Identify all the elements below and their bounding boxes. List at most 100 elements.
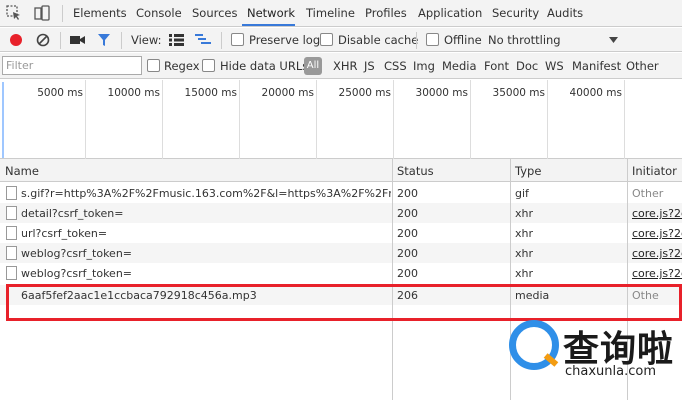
preserve-log-checkbox[interactable] xyxy=(231,33,244,46)
timeline-tick-label: 30000 ms xyxy=(415,87,468,99)
filter-type-css[interactable]: CSS xyxy=(384,59,407,73)
tab-security[interactable]: Security xyxy=(492,6,539,20)
filter-funnel-icon[interactable] xyxy=(97,33,111,47)
request-type: xhr xyxy=(515,247,534,260)
view-label: View: xyxy=(131,33,162,47)
request-initiator-link[interactable]: core.js?2d xyxy=(632,267,682,280)
timeline-gridline xyxy=(393,80,394,159)
tab-timeline[interactable]: Timeline xyxy=(306,6,355,20)
hide-data-urls-label: Hide data URLs xyxy=(220,59,309,73)
active-tab-indicator xyxy=(242,24,295,26)
tab-console[interactable]: Console xyxy=(136,6,182,20)
tab-audits[interactable]: Audits xyxy=(547,6,583,20)
timeline-tick-label: 40000 ms xyxy=(569,87,622,99)
table-row[interactable]: weblog?csrf_token= 200 xhr core.js?2d xyxy=(0,263,682,283)
filter-type-manifest[interactable]: Manifest xyxy=(572,59,621,73)
device-toolbar-icon[interactable] xyxy=(34,5,50,21)
record-icon[interactable] xyxy=(9,33,23,47)
timeline-gridline xyxy=(162,80,163,159)
timeline-activity-bar xyxy=(2,82,4,158)
throttling-select[interactable]: No throttling xyxy=(488,33,561,47)
request-initiator-link[interactable]: core.js?2d xyxy=(632,207,682,220)
filter-type-doc[interactable]: Doc xyxy=(516,59,538,73)
request-name: weblog?csrf_token= xyxy=(21,267,133,280)
timeline-gridline xyxy=(470,80,471,159)
filter-bar: Regex Hide data URLs All XHR JS CSS Img … xyxy=(0,53,682,79)
document-file-icon xyxy=(6,226,17,240)
watermark-domain: chaxunla.com xyxy=(565,364,656,379)
regex-label: Regex xyxy=(164,59,200,73)
large-rows-icon[interactable] xyxy=(169,34,184,46)
image-file-icon xyxy=(6,186,17,200)
tab-sources[interactable]: Sources xyxy=(192,6,238,20)
timeline-gridline xyxy=(85,80,86,159)
tab-application[interactable]: Application xyxy=(418,6,482,20)
column-header-status[interactable]: Status xyxy=(397,164,434,178)
column-header-initiator[interactable]: Initiator xyxy=(632,164,677,178)
filter-type-js[interactable]: JS xyxy=(364,59,375,73)
column-header-name[interactable]: Name xyxy=(5,164,39,178)
timeline-gridline xyxy=(316,80,317,159)
timeline-gridline xyxy=(624,80,625,159)
regex-checkbox[interactable] xyxy=(147,59,160,72)
timeline-tick-label: 35000 ms xyxy=(492,87,545,99)
video-camera-icon[interactable] xyxy=(70,34,86,46)
table-row[interactable]: s.gif?r=http%3A%2F%2Fmusic.163.com%2F&l=… xyxy=(0,183,682,203)
tab-profiles[interactable]: Profiles xyxy=(365,6,407,20)
request-status: 200 xyxy=(397,267,418,280)
timeline-tick-label: 25000 ms xyxy=(338,87,391,99)
request-type: xhr xyxy=(515,267,534,280)
document-file-icon xyxy=(6,266,17,280)
timeline-tick-label: 10000 ms xyxy=(107,87,160,99)
request-table-header: Name Status Type Initiator xyxy=(0,159,682,182)
filter-type-media[interactable]: Media xyxy=(442,59,477,73)
offline-checkbox[interactable] xyxy=(426,33,439,46)
highlight-box xyxy=(6,284,682,321)
tab-network[interactable]: Network xyxy=(247,6,295,20)
request-initiator-link[interactable]: core.js?2d xyxy=(632,247,682,260)
timeline-tick-label: 5000 ms xyxy=(37,87,83,99)
chevron-down-icon[interactable] xyxy=(609,37,618,43)
network-toolbar: View: Preserve log Disable cache Offline… xyxy=(0,28,682,52)
document-file-icon xyxy=(6,246,17,260)
request-type: gif xyxy=(515,187,529,200)
preserve-log-label: Preserve log xyxy=(249,33,321,47)
filter-type-img[interactable]: Img xyxy=(413,59,435,73)
watermark-q-icon xyxy=(509,320,559,370)
tab-elements[interactable]: Elements xyxy=(73,6,127,20)
table-row[interactable]: url?csrf_token= 200 xhr core.js?2d xyxy=(0,223,682,243)
timeline-overview[interactable]: 5000 ms 10000 ms 15000 ms 20000 ms 25000… xyxy=(0,80,682,159)
filter-type-other[interactable]: Other xyxy=(626,59,659,73)
clear-icon[interactable] xyxy=(36,33,50,47)
toolbar-divider xyxy=(221,32,222,49)
filter-type-all[interactable]: All xyxy=(304,57,322,75)
request-name: detail?csrf_token= xyxy=(21,207,124,220)
waterfall-overview-icon[interactable] xyxy=(195,34,211,46)
column-header-type[interactable]: Type xyxy=(515,164,541,178)
column-divider[interactable] xyxy=(392,159,393,400)
document-file-icon xyxy=(6,206,17,220)
request-status: 200 xyxy=(397,207,418,220)
hide-data-urls-checkbox[interactable] xyxy=(202,59,215,72)
disable-cache-checkbox[interactable] xyxy=(320,33,333,46)
request-type: xhr xyxy=(515,207,534,220)
filter-input[interactable] xyxy=(2,56,142,75)
disable-cache-label: Disable cache xyxy=(338,33,419,47)
request-name: url?csrf_token= xyxy=(21,227,108,240)
request-initiator-link[interactable]: core.js?2d xyxy=(632,227,682,240)
devtools-tab-bar: Elements Console Sources Network Timelin… xyxy=(0,0,682,27)
filter-type-ws[interactable]: WS xyxy=(545,59,564,73)
table-row[interactable]: weblog?csrf_token= 200 xhr core.js?2d xyxy=(0,243,682,263)
request-initiator: Other xyxy=(632,187,664,200)
request-name: weblog?csrf_token= xyxy=(21,247,133,260)
timeline-tick-label: 15000 ms xyxy=(184,87,237,99)
inspect-element-icon[interactable] xyxy=(6,5,22,21)
filter-type-font[interactable]: Font xyxy=(484,59,509,73)
filter-type-xhr[interactable]: XHR xyxy=(333,59,358,73)
tab-bar-divider xyxy=(62,5,63,22)
table-row[interactable]: detail?csrf_token= 200 xhr core.js?2d xyxy=(0,203,682,223)
toolbar-divider xyxy=(121,32,122,49)
request-status: 200 xyxy=(397,227,418,240)
request-status: 200 xyxy=(397,247,418,260)
request-name: s.gif?r=http%3A%2F%2Fmusic.163.com%2F&l=… xyxy=(21,187,391,200)
